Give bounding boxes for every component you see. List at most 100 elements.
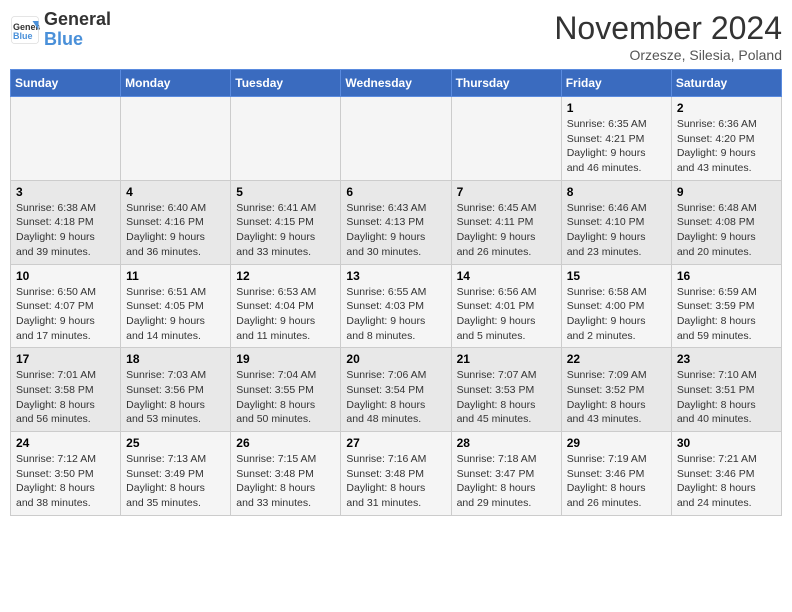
week-row-5: 24Sunrise: 7:12 AM Sunset: 3:50 PM Dayli… xyxy=(11,432,782,516)
day-number: 4 xyxy=(126,185,225,199)
calendar-table: SundayMondayTuesdayWednesdayThursdayFrid… xyxy=(10,69,782,516)
day-info: Sunrise: 7:07 AM Sunset: 3:53 PM Dayligh… xyxy=(457,368,556,427)
day-info: Sunrise: 7:15 AM Sunset: 3:48 PM Dayligh… xyxy=(236,452,335,511)
header-row: SundayMondayTuesdayWednesdayThursdayFrid… xyxy=(11,70,782,97)
day-number: 10 xyxy=(16,269,115,283)
day-header-wednesday: Wednesday xyxy=(341,70,451,97)
calendar-header: SundayMondayTuesdayWednesdayThursdayFrid… xyxy=(11,70,782,97)
day-number: 27 xyxy=(346,436,445,450)
day-info: Sunrise: 6:41 AM Sunset: 4:15 PM Dayligh… xyxy=(236,201,335,260)
day-number: 25 xyxy=(126,436,225,450)
calendar-cell: 16 Sunrise: 6:59 AM Sunset: 3:59 PM Dayli… xyxy=(671,264,781,348)
day-info: Sunrise: 6:43 AM Sunset: 4:13 PM Dayligh… xyxy=(346,201,445,260)
day-number: 23 xyxy=(677,352,776,366)
day-header-saturday: Saturday xyxy=(671,70,781,97)
day-info: Sunrise: 7:21 AM Sunset: 3:46 PM Dayligh… xyxy=(677,452,776,511)
calendar-cell: 20 Sunrise: 7:06 AM Sunset: 3:54 PM Dayli… xyxy=(341,348,451,432)
day-number: 3 xyxy=(16,185,115,199)
day-number: 18 xyxy=(126,352,225,366)
calendar-body: 1 Sunrise: 6:35 AM Sunset: 4:21 PM Daylig… xyxy=(11,97,782,516)
day-info: Sunrise: 6:36 AM Sunset: 4:20 PM Dayligh… xyxy=(677,117,776,176)
location-subtitle: Orzesze, Silesia, Poland xyxy=(554,47,782,63)
day-number: 28 xyxy=(457,436,556,450)
calendar-cell: 25Sunrise: 7:13 AM Sunset: 3:49 PM Dayli… xyxy=(121,432,231,516)
week-row-4: 17 Sunrise: 7:01 AM Sunset: 3:58 PM Dayli… xyxy=(11,348,782,432)
day-number: 2 xyxy=(677,101,776,115)
calendar-cell: 10 Sunrise: 6:50 AM Sunset: 4:07 PM Dayli… xyxy=(11,264,121,348)
logo: General Blue General Blue xyxy=(10,10,111,50)
svg-text:Blue: Blue xyxy=(13,31,33,41)
calendar-cell: 30 Sunrise: 7:21 AM Sunset: 3:46 PM Dayli… xyxy=(671,432,781,516)
day-number: 26 xyxy=(236,436,335,450)
page-header: General Blue General Blue November 2024 … xyxy=(10,10,782,63)
day-info: Sunrise: 7:19 AM Sunset: 3:46 PM Dayligh… xyxy=(567,452,666,511)
day-number: 14 xyxy=(457,269,556,283)
day-number: 9 xyxy=(677,185,776,199)
calendar-cell: 18 Sunrise: 7:03 AM Sunset: 3:56 PM Dayli… xyxy=(121,348,231,432)
day-number: 12 xyxy=(236,269,335,283)
day-number: 15 xyxy=(567,269,666,283)
calendar-cell: 6 Sunrise: 6:43 AM Sunset: 4:13 PM Daylig… xyxy=(341,180,451,264)
day-number: 5 xyxy=(236,185,335,199)
day-info: Sunrise: 6:55 AM Sunset: 4:03 PM Dayligh… xyxy=(346,285,445,344)
calendar-cell xyxy=(451,97,561,181)
calendar-cell: 21 Sunrise: 7:07 AM Sunset: 3:53 PM Dayli… xyxy=(451,348,561,432)
day-number: 6 xyxy=(346,185,445,199)
calendar-cell: 11Sunrise: 6:51 AM Sunset: 4:05 PM Dayli… xyxy=(121,264,231,348)
day-header-monday: Monday xyxy=(121,70,231,97)
calendar-cell: 4 Sunrise: 6:40 AM Sunset: 4:16 PM Daylig… xyxy=(121,180,231,264)
day-info: Sunrise: 6:40 AM Sunset: 4:16 PM Dayligh… xyxy=(126,201,225,260)
day-number: 19 xyxy=(236,352,335,366)
calendar-cell xyxy=(121,97,231,181)
week-row-1: 1 Sunrise: 6:35 AM Sunset: 4:21 PM Daylig… xyxy=(11,97,782,181)
day-number: 22 xyxy=(567,352,666,366)
calendar-cell: 29Sunrise: 7:19 AM Sunset: 3:46 PM Dayli… xyxy=(561,432,671,516)
day-info: Sunrise: 6:45 AM Sunset: 4:11 PM Dayligh… xyxy=(457,201,556,260)
day-info: Sunrise: 7:01 AM Sunset: 3:58 PM Dayligh… xyxy=(16,368,115,427)
day-number: 21 xyxy=(457,352,556,366)
calendar-cell: 28 Sunrise: 7:18 AM Sunset: 3:47 PM Dayli… xyxy=(451,432,561,516)
calendar-cell xyxy=(11,97,121,181)
day-header-friday: Friday xyxy=(561,70,671,97)
day-info: Sunrise: 7:03 AM Sunset: 3:56 PM Dayligh… xyxy=(126,368,225,427)
day-info: Sunrise: 7:06 AM Sunset: 3:54 PM Dayligh… xyxy=(346,368,445,427)
day-info: Sunrise: 6:59 AM Sunset: 3:59 PM Dayligh… xyxy=(677,285,776,344)
calendar-cell: 19 Sunrise: 7:04 AM Sunset: 3:55 PM Dayli… xyxy=(231,348,341,432)
day-info: Sunrise: 6:46 AM Sunset: 4:10 PM Dayligh… xyxy=(567,201,666,260)
day-number: 1 xyxy=(567,101,666,115)
calendar-cell: 22 Sunrise: 7:09 AM Sunset: 3:52 PM Dayli… xyxy=(561,348,671,432)
calendar-cell: 24Sunrise: 7:12 AM Sunset: 3:50 PM Dayli… xyxy=(11,432,121,516)
calendar-cell: 14Sunrise: 6:56 AM Sunset: 4:01 PM Dayli… xyxy=(451,264,561,348)
day-info: Sunrise: 6:48 AM Sunset: 4:08 PM Dayligh… xyxy=(677,201,776,260)
calendar-cell: 23 Sunrise: 7:10 AM Sunset: 3:51 PM Dayli… xyxy=(671,348,781,432)
day-info: Sunrise: 6:38 AM Sunset: 4:18 PM Dayligh… xyxy=(16,201,115,260)
day-info: Sunrise: 6:50 AM Sunset: 4:07 PM Dayligh… xyxy=(16,285,115,344)
day-info: Sunrise: 7:04 AM Sunset: 3:55 PM Dayligh… xyxy=(236,368,335,427)
day-info: Sunrise: 7:10 AM Sunset: 3:51 PM Dayligh… xyxy=(677,368,776,427)
title-block: November 2024 Orzesze, Silesia, Poland xyxy=(554,10,782,63)
week-row-2: 3 Sunrise: 6:38 AM Sunset: 4:18 PM Daylig… xyxy=(11,180,782,264)
calendar-cell: 15Sunrise: 6:58 AM Sunset: 4:00 PM Dayli… xyxy=(561,264,671,348)
calendar-cell: 12 Sunrise: 6:53 AM Sunset: 4:04 PM Dayli… xyxy=(231,264,341,348)
calendar-cell: 5 Sunrise: 6:41 AM Sunset: 4:15 PM Daylig… xyxy=(231,180,341,264)
day-number: 16 xyxy=(677,269,776,283)
day-info: Sunrise: 7:18 AM Sunset: 3:47 PM Dayligh… xyxy=(457,452,556,511)
day-header-sunday: Sunday xyxy=(11,70,121,97)
day-number: 11 xyxy=(126,269,225,283)
calendar-cell: 8Sunrise: 6:46 AM Sunset: 4:10 PM Daylig… xyxy=(561,180,671,264)
day-info: Sunrise: 7:09 AM Sunset: 3:52 PM Dayligh… xyxy=(567,368,666,427)
day-number: 7 xyxy=(457,185,556,199)
calendar-cell xyxy=(231,97,341,181)
calendar-cell: 13 Sunrise: 6:55 AM Sunset: 4:03 PM Dayli… xyxy=(341,264,451,348)
day-number: 13 xyxy=(346,269,445,283)
month-title: November 2024 xyxy=(554,10,782,47)
day-number: 30 xyxy=(677,436,776,450)
day-number: 20 xyxy=(346,352,445,366)
day-number: 24 xyxy=(16,436,115,450)
calendar-cell: 27Sunrise: 7:16 AM Sunset: 3:48 PM Dayli… xyxy=(341,432,451,516)
calendar-cell: 3 Sunrise: 6:38 AM Sunset: 4:18 PM Daylig… xyxy=(11,180,121,264)
day-info: Sunrise: 6:35 AM Sunset: 4:21 PM Dayligh… xyxy=(567,117,666,176)
day-info: Sunrise: 6:53 AM Sunset: 4:04 PM Dayligh… xyxy=(236,285,335,344)
calendar-cell: 1 Sunrise: 6:35 AM Sunset: 4:21 PM Daylig… xyxy=(561,97,671,181)
day-number: 17 xyxy=(16,352,115,366)
